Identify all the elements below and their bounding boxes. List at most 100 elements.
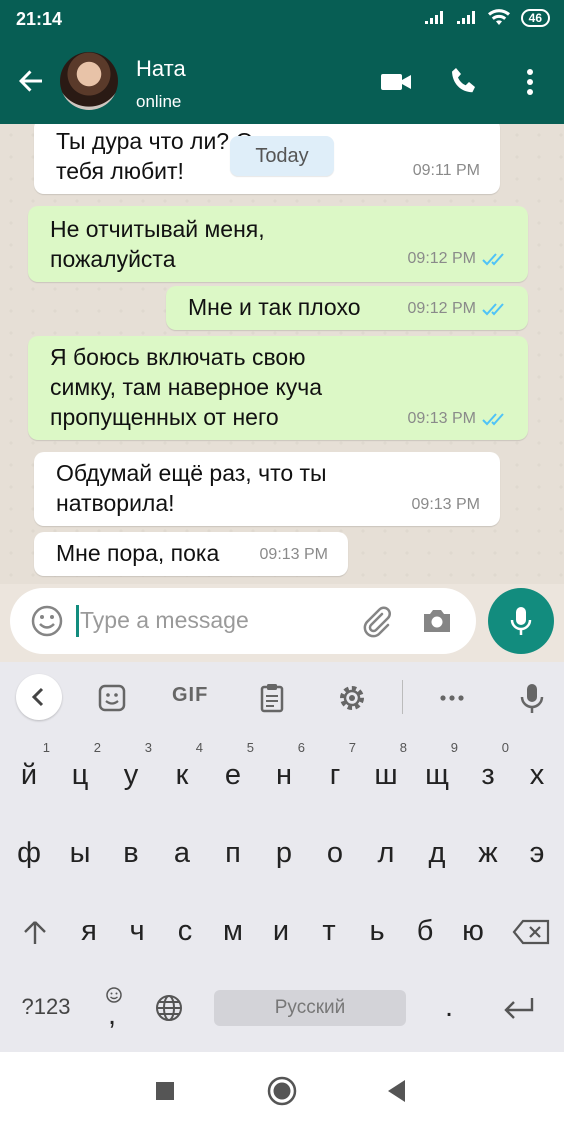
message-meta: 09:13 PM — [408, 404, 508, 434]
key[interactable]: щ9 — [412, 740, 462, 806]
key-label: щ — [425, 759, 449, 791]
key[interactable]: я — [64, 900, 114, 962]
key-label: р — [275, 837, 293, 869]
key[interactable]: у3 — [106, 740, 156, 806]
message-bubble-outgoing[interactable]: Не отчитывай меня, пожалуйста 09:12 PM — [28, 206, 528, 282]
recents-square-icon[interactable] — [148, 1074, 182, 1108]
key[interactable]: ф — [4, 822, 54, 884]
key[interactable]: ж — [463, 822, 513, 884]
message-bubble-incoming[interactable]: Обдумай ещё раз, что ты натворила! 09:13… — [34, 452, 500, 526]
key-hint: 1 — [42, 740, 50, 755]
key[interactable]: е5 — [208, 740, 258, 806]
back-arrow-icon[interactable] — [14, 64, 48, 98]
toolbar-divider — [402, 680, 403, 714]
shift-key[interactable] — [10, 900, 60, 962]
chat-header: Ната online — [0, 38, 564, 124]
symbols-key[interactable]: ?123 — [14, 976, 78, 1038]
message-meta: 09:12 PM — [408, 294, 508, 324]
read-receipt-icon — [482, 303, 504, 316]
battery-indicator: 46 — [520, 9, 550, 27]
message-bubble-incoming[interactable]: Мне пора, пока 09:13 PM — [34, 532, 348, 576]
key-label: м — [223, 915, 243, 947]
key[interactable]: л — [361, 822, 411, 884]
key[interactable]: к4 — [157, 740, 207, 806]
settings-gear-icon[interactable] — [334, 680, 370, 716]
space-key[interactable]: Русский — [214, 990, 406, 1026]
key-label: а — [173, 837, 191, 869]
key[interactable]: ч — [112, 900, 162, 962]
key[interactable]: п — [208, 822, 258, 884]
key-label: т — [322, 915, 336, 947]
key[interactable]: г7 — [310, 740, 360, 806]
keyboard-toolbar: GIF — [0, 662, 564, 732]
signal-icon — [424, 11, 443, 24]
key[interactable]: ю — [448, 900, 498, 962]
key-label: и — [272, 915, 290, 947]
key[interactable]: м — [208, 900, 258, 962]
key[interactable]: ц2 — [55, 740, 105, 806]
key[interactable]: э — [512, 822, 562, 884]
gif-button[interactable]: GIF — [172, 684, 208, 707]
voice-call-icon[interactable] — [446, 64, 482, 100]
back-triangle-icon[interactable] — [380, 1074, 414, 1108]
home-circle-icon[interactable] — [265, 1074, 299, 1108]
key[interactable]: т — [304, 900, 354, 962]
key[interactable]: х — [512, 744, 562, 806]
voice-record-button[interactable] — [488, 588, 554, 654]
language-key[interactable] — [144, 976, 194, 1038]
key[interactable]: и — [256, 900, 306, 962]
sticker-icon[interactable] — [94, 680, 130, 716]
voice-typing-icon[interactable] — [514, 680, 550, 716]
message-input[interactable]: Type a message — [10, 588, 476, 654]
message-meta: 09:12 PM — [408, 244, 508, 274]
key-label: к — [175, 759, 189, 791]
key[interactable]: р — [259, 822, 309, 884]
text-cursor — [76, 605, 79, 637]
date-chip: Today — [230, 136, 334, 176]
key[interactable]: ь — [352, 900, 402, 962]
attach-icon[interactable] — [360, 604, 394, 638]
read-receipt-icon — [482, 253, 504, 266]
emoji-comma-key[interactable]: , — [92, 976, 136, 1038]
keyboard: GIF й1 ц2 у3 к4 е5 н6 г7 ш8 щ9 з0 х ф ы … — [0, 662, 564, 1052]
enter-key[interactable] — [494, 976, 544, 1038]
more-horizontal-icon[interactable] — [434, 680, 470, 716]
key[interactable]: б — [400, 900, 450, 962]
message-list[interactable]: Ты дура что ли? Он так тебя любит! 09:11… — [0, 124, 564, 584]
keyboard-collapse-button[interactable] — [16, 674, 62, 720]
camera-icon[interactable] — [420, 604, 454, 638]
key-label: г — [329, 759, 341, 791]
contact-name[interactable]: Ната — [136, 56, 186, 82]
more-options-icon[interactable] — [512, 64, 548, 100]
key-label: б — [416, 915, 434, 947]
composer: Type a message — [0, 584, 564, 662]
key-label: я — [81, 915, 97, 947]
key[interactable]: о — [310, 822, 360, 884]
video-call-icon[interactable] — [378, 64, 414, 100]
key-label: л — [377, 837, 395, 869]
key[interactable]: д — [412, 822, 462, 884]
key[interactable]: в — [106, 822, 156, 884]
key[interactable]: а — [157, 822, 207, 884]
key-hint: 0 — [501, 740, 509, 755]
key-label: ц — [71, 759, 89, 791]
key-hint: 9 — [450, 740, 458, 755]
key[interactable]: ш8 — [361, 740, 411, 806]
message-meta: 09:13 PM — [260, 540, 328, 570]
backspace-key[interactable] — [506, 900, 556, 962]
key[interactable]: с — [160, 900, 210, 962]
status-icons: 46 — [423, 9, 550, 27]
system-nav-bar — [0, 1052, 564, 1128]
key[interactable]: н6 — [259, 740, 309, 806]
key[interactable]: й1 — [4, 740, 54, 806]
clipboard-icon[interactable] — [254, 680, 290, 716]
emoji-icon[interactable] — [30, 604, 64, 638]
contact-avatar[interactable] — [60, 52, 118, 110]
period-key[interactable]: . — [424, 976, 474, 1038]
key-label: х — [529, 759, 545, 791]
message-bubble-outgoing[interactable]: Я боюсь включать свою симку, там наверно… — [28, 336, 528, 440]
key[interactable]: ы — [55, 822, 105, 884]
key-label: у — [123, 759, 139, 791]
key[interactable]: з0 — [463, 740, 513, 806]
message-bubble-outgoing[interactable]: Мне и так плохо 09:12 PM — [166, 286, 528, 330]
